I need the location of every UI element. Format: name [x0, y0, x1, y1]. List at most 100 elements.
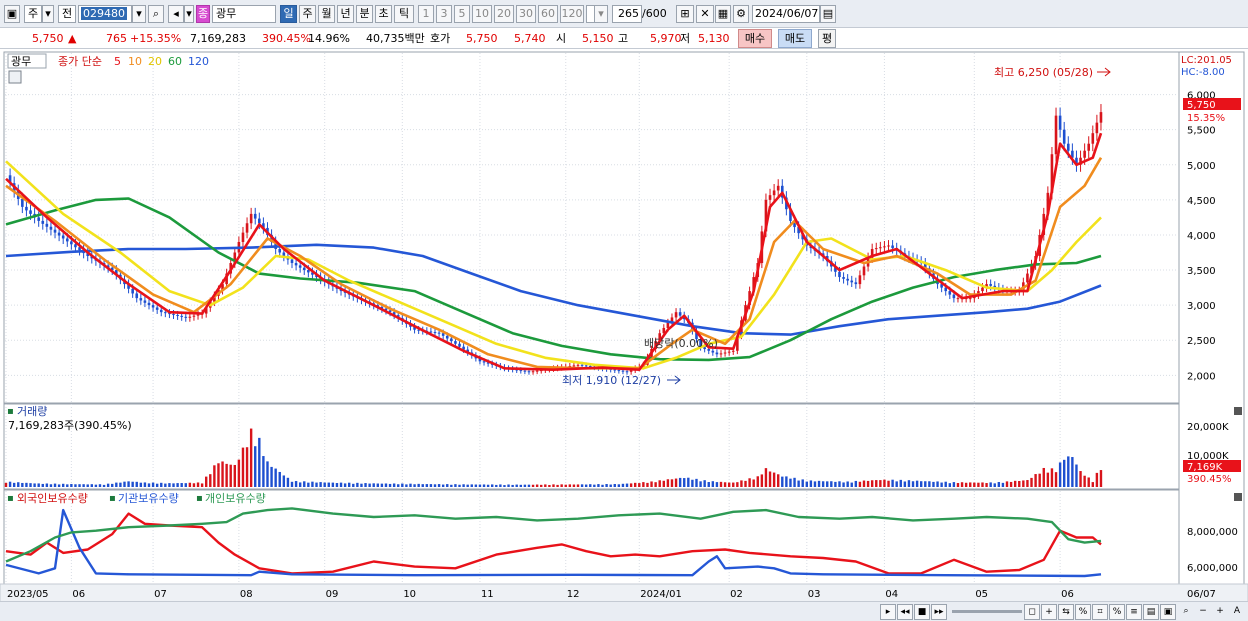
volume-bar — [41, 483, 44, 487]
interval-label: 20 — [497, 7, 511, 20]
candle-body — [45, 223, 49, 227]
high-annotation: 최고 6,250 (05/28) — [994, 66, 1093, 79]
interval-60-button[interactable]: 60 — [538, 5, 558, 23]
rewind-icon[interactable]: ◂◂ — [897, 604, 913, 620]
candle-body — [1066, 143, 1070, 151]
period-year-button[interactable]: 년 — [337, 5, 354, 23]
market-select[interactable]: 주 — [24, 5, 42, 23]
percent-icon[interactable]: % — [1075, 604, 1091, 620]
date-input[interactable]: 2024/06/07 — [752, 5, 820, 23]
forward-icon[interactable]: ▸▸ — [931, 604, 947, 620]
ask-label: 호가 — [430, 32, 451, 45]
candle-body — [294, 263, 298, 266]
code-dropdown-icon[interactable]: ▾ — [132, 5, 146, 23]
candle-body — [858, 275, 862, 285]
lines-icon[interactable]: ≡ — [1126, 604, 1142, 620]
font-size-icon[interactable]: A — [1229, 604, 1245, 620]
volume-bar — [650, 481, 653, 487]
volume-bar — [1018, 480, 1021, 487]
search-icon[interactable]: ⌕ — [148, 5, 164, 23]
candle-body — [1091, 133, 1095, 144]
volume-bar — [372, 483, 375, 487]
period-month-button[interactable]: 월 — [318, 5, 335, 23]
percent-alt-icon[interactable]: % — [1109, 604, 1125, 620]
window-menu-icon[interactable]: ▣ — [4, 5, 20, 23]
interval-30-button[interactable]: 30 — [516, 5, 536, 23]
zoom-out-icon[interactable]: − — [1195, 604, 1211, 620]
compare-icon[interactable]: ⇆ — [1058, 604, 1074, 620]
interval-5-button[interactable]: 5 — [454, 5, 470, 23]
interval-10-button[interactable]: 10 — [472, 5, 492, 23]
interval-3-button[interactable]: 3 — [436, 5, 452, 23]
chevron-down-icon[interactable]: ▾ — [594, 5, 608, 23]
prev-button[interactable]: 전 — [58, 5, 76, 23]
candle-body — [258, 218, 261, 224]
period-second-button[interactable]: 초 — [375, 5, 392, 23]
volume-bar — [66, 484, 69, 487]
period-label: 초 — [378, 7, 389, 20]
volume-bar — [1005, 481, 1009, 487]
price-tick-label: 3,000 — [1187, 301, 1216, 312]
candle-body — [184, 316, 188, 318]
volume-bar — [143, 482, 147, 487]
period-label: 분 — [359, 7, 370, 20]
zoom-in-icon[interactable]: + — [1212, 604, 1228, 620]
holdings-panel-close-icon[interactable] — [1234, 493, 1242, 501]
buy-button[interactable]: 매수 — [738, 29, 772, 48]
volume-bar — [98, 484, 102, 487]
speaker-icon[interactable]: ◂ — [168, 5, 184, 23]
volume-bar — [732, 482, 735, 487]
period-minute-button[interactable]: 분 — [356, 5, 373, 23]
month-tick-label: 10 — [403, 589, 416, 600]
volume-badge-value: 7,169K — [1187, 462, 1223, 473]
gear-icon[interactable]: ⚙ — [733, 5, 749, 23]
restore-icon[interactable]: ▣ — [1160, 604, 1176, 620]
scroll-right-icon[interactable]: ▸ — [880, 604, 896, 620]
grid-toggle-icon[interactable] — [8, 70, 22, 84]
zoom-slider[interactable] — [952, 610, 1022, 613]
volume-bar — [270, 466, 273, 487]
volume-bar — [49, 484, 53, 487]
eval-button[interactable]: 평 — [818, 29, 836, 48]
trend-tool-icon[interactable]: ✕ — [696, 5, 714, 23]
stop-icon[interactable]: ■ — [914, 604, 930, 620]
candle-body — [772, 190, 776, 196]
search-icon[interactable]: ⌕ — [1178, 604, 1194, 620]
volume-bar — [1009, 481, 1013, 487]
zoom-box-icon[interactable]: ◻ — [1024, 604, 1040, 620]
volume-bar — [870, 480, 874, 487]
interval-20-button[interactable]: 20 — [494, 5, 514, 23]
volume-bar — [748, 478, 751, 487]
period-day-button[interactable]: 일 — [280, 5, 297, 23]
volume-bar — [805, 481, 808, 487]
chevron-down-icon[interactable]: ▾ — [42, 5, 54, 23]
volume-bar — [499, 484, 502, 487]
stock-name-field[interactable]: 광무 — [212, 5, 276, 23]
up-arrow-icon: ▲ — [68, 32, 77, 45]
period-tick-button[interactable]: 틱 — [394, 5, 414, 23]
interval-1-button[interactable]: 1 — [418, 5, 434, 23]
log-scale-icon[interactable]: ⌗ — [1092, 604, 1108, 620]
crosshair-icon[interactable]: + — [1041, 604, 1057, 620]
calendar-icon[interactable]: ▤ — [820, 5, 836, 23]
candle-body — [454, 341, 457, 344]
volume-bar — [858, 481, 862, 487]
price-tick-label: 4,000 — [1187, 231, 1216, 242]
period-week-button[interactable]: 주 — [299, 5, 316, 23]
prev-label: 전 — [61, 7, 73, 20]
stock-chart[interactable]: 6,0005,5005,0004,5004,0003,5003,0002,500… — [0, 50, 1248, 602]
volume-bar — [601, 484, 604, 487]
ma-label: 종가 단순 — [58, 55, 102, 68]
volume-panel-close-icon[interactable] — [1234, 407, 1242, 415]
stock-code-input[interactable]: 029480 — [78, 5, 132, 23]
candle-body — [948, 291, 952, 295]
layout-icon[interactable]: ▤ — [1143, 604, 1159, 620]
sell-button[interactable]: 매도 — [778, 29, 812, 48]
interval-120-button[interactable]: 120 — [560, 5, 584, 23]
volume-bar — [593, 484, 596, 487]
count-input[interactable]: 265 — [612, 5, 642, 23]
volume-bar — [789, 478, 792, 487]
chevron-down-icon[interactable]: ▾ — [184, 5, 194, 23]
save-icon[interactable]: ▦ — [715, 5, 731, 23]
candle-settings-icon[interactable]: ⊞ — [676, 5, 694, 23]
